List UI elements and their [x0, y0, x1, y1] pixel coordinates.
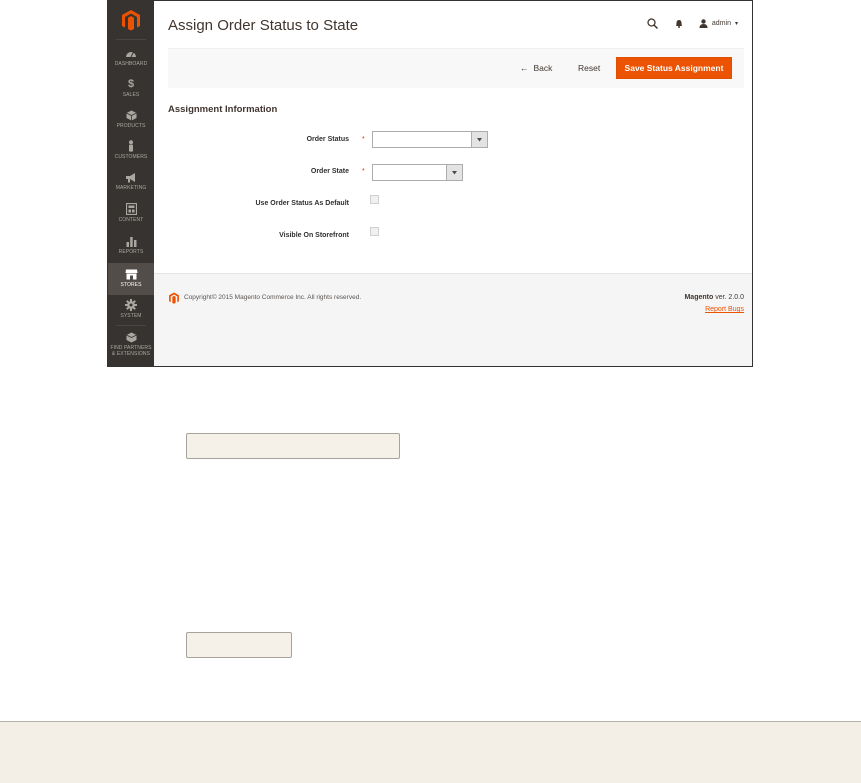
sidebar-item-label: REPORTS — [118, 249, 144, 255]
sidebar-item-label: STORES — [120, 282, 142, 288]
sidebar-divider — [116, 39, 146, 40]
note-band — [0, 721, 861, 783]
section-title: Assignment Information — [168, 104, 278, 115]
sidebar-item-dashboard[interactable]: DASHBOARD — [108, 45, 154, 75]
brand-name: Magento — [684, 294, 714, 301]
sidebar-item-content[interactable]: CONTENT — [108, 201, 154, 231]
admin-sidebar: DASHBOARD $ SALES PRODUCTS CUSTOMERS MAR… — [108, 1, 154, 366]
sidebar-item-customers[interactable]: CUSTOMERS — [108, 138, 154, 168]
sidebar-item-label: CONTENT — [118, 217, 144, 223]
sidebar-item-label: CUSTOMERS — [114, 154, 148, 160]
user-icon — [699, 18, 708, 28]
chevron-down-icon — [471, 132, 487, 147]
page: DASHBOARD $ SALES PRODUCTS CUSTOMERS MAR… — [0, 0, 861, 783]
bar-chart-icon — [124, 235, 138, 247]
main-content: Assign Order Status to State admin ▾ ← B… — [154, 1, 752, 366]
arrow-left-icon: ← — [520, 63, 529, 73]
page-footer: Copyright© 2015 Magento Commerce Inc. Al… — [154, 273, 752, 366]
store-icon — [124, 268, 138, 280]
required-marker: * — [362, 136, 365, 143]
sidebar-item-marketing[interactable]: MARKETING — [108, 169, 154, 199]
sidebar-divider — [116, 325, 146, 326]
sidebar-item-sales[interactable]: $ SALES — [108, 76, 154, 106]
page-actions-bar: ← Back Reset Save Status Assignment — [168, 48, 744, 88]
page-title: Assign Order Status to State — [168, 17, 359, 34]
order-state-select[interactable] — [372, 164, 463, 181]
extensions-icon — [124, 331, 138, 343]
save-status-assignment-button[interactable]: Save Status Assignment — [616, 57, 732, 79]
sidebar-item-products[interactable]: PRODUCTS — [108, 107, 154, 137]
sidebar-item-stores[interactable]: STORES — [108, 263, 154, 295]
sidebar-item-reports[interactable]: REPORTS — [108, 233, 154, 263]
sidebar-item-label: DASHBOARD — [114, 61, 148, 67]
box-icon — [124, 109, 138, 121]
use-default-label: Use Order Status As Default — [255, 200, 350, 207]
visible-on-storefront-checkbox[interactable] — [370, 227, 379, 236]
callout-box — [186, 632, 292, 658]
chevron-down-icon — [446, 165, 462, 180]
magento-logo-icon — [169, 292, 179, 304]
sidebar-item-label: FIND PARTNERS & EXTENSIONS — [110, 345, 152, 357]
version-number: ver. 2.0.0 — [715, 294, 744, 301]
use-default-checkbox[interactable] — [370, 195, 379, 204]
callout-box — [186, 433, 400, 459]
sidebar-item-find-partners[interactable]: FIND PARTNERS & EXTENSIONS — [108, 329, 154, 363]
order-status-label: Order Status — [306, 136, 349, 143]
megaphone-icon — [124, 171, 138, 183]
magento-logo-icon[interactable] — [120, 9, 142, 31]
dollar-icon: $ — [127, 78, 135, 90]
account-menu[interactable]: admin ▾ — [699, 18, 738, 28]
reset-button[interactable]: Reset — [578, 63, 600, 73]
sidebar-item-label: MARKETING — [115, 185, 147, 191]
sidebar-item-system[interactable]: SYSTEM — [108, 297, 154, 327]
back-button[interactable]: ← Back — [520, 63, 552, 73]
order-status-select[interactable] — [372, 131, 488, 148]
back-label: Back — [533, 63, 553, 73]
version-info: Magento ver. 2.0.0 — [684, 294, 744, 301]
required-marker: * — [362, 168, 365, 175]
sidebar-item-label: SYSTEM — [120, 313, 142, 319]
admin-screenshot: DASHBOARD $ SALES PRODUCTS CUSTOMERS MAR… — [107, 0, 753, 367]
bell-icon[interactable] — [673, 17, 685, 29]
chevron-down-icon: ▾ — [734, 20, 738, 27]
header-actions: admin ▾ — [647, 17, 738, 29]
content-icon — [124, 203, 138, 215]
gear-icon — [124, 299, 138, 311]
visible-on-storefront-label: Visible On Storefront — [279, 232, 349, 239]
sidebar-item-label: SALES — [122, 92, 140, 98]
search-icon[interactable] — [647, 17, 659, 29]
account-name: admin — [711, 19, 731, 27]
copyright-text: Copyright© 2015 Magento Commerce Inc. Al… — [184, 294, 362, 301]
sidebar-item-label: PRODUCTS — [116, 123, 146, 129]
person-icon — [124, 140, 138, 152]
order-state-label: Order State — [310, 168, 349, 175]
dashboard-icon — [124, 47, 138, 59]
report-bugs-link[interactable]: Report Bugs — [705, 306, 744, 313]
